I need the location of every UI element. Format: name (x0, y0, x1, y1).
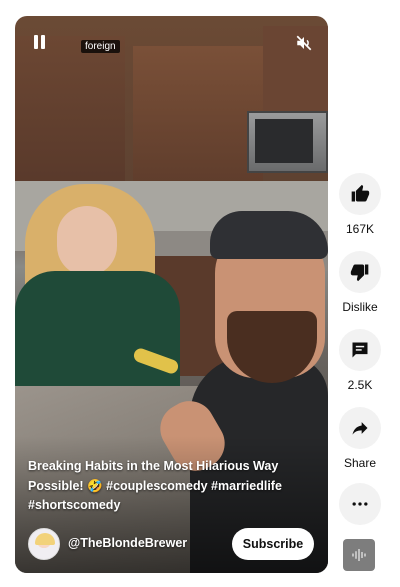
channel-avatar[interactable] (28, 528, 60, 560)
share-action: Share (338, 407, 382, 470)
comment-icon (352, 342, 368, 358)
subscribe-button[interactable]: Subscribe (232, 528, 314, 560)
video-frame-person-cap (210, 211, 328, 259)
more-options-button[interactable] (339, 483, 381, 525)
thumbs-up-icon (351, 184, 370, 202)
emoji: 🤣 (87, 478, 103, 493)
comment-count: 2.5K (347, 378, 373, 392)
like-action: 167K (338, 173, 382, 236)
hashtag-link[interactable]: #couplescomedy (106, 479, 207, 493)
share-button[interactable] (339, 407, 381, 449)
like-button[interactable] (339, 173, 381, 215)
short-video-player[interactable]: foreign Breaking Habits in the Most Hila… (15, 16, 328, 573)
pause-icon[interactable] (33, 35, 47, 49)
share-label: Share (343, 456, 377, 470)
hashtag-link[interactable]: #marriedlife (211, 479, 282, 493)
more-action (338, 483, 382, 525)
channel-row: @TheBlondeBrewer Subscribe (28, 528, 318, 560)
like-count: 167K (345, 222, 375, 236)
thumbs-down-icon (350, 264, 369, 282)
dislike-action: Dislike (338, 251, 382, 314)
more-horizontal-icon (352, 502, 368, 506)
audio-waveform-icon (352, 549, 366, 561)
hashtag-link[interactable]: #shortscomedy (28, 498, 120, 512)
share-arrow-icon (352, 422, 368, 435)
foreign-tag: foreign (81, 40, 120, 53)
dislike-label: Dislike (342, 300, 378, 314)
volume-muted-icon[interactable] (295, 34, 313, 52)
comments-button[interactable] (339, 329, 381, 371)
video-frame-cabinet (15, 36, 125, 201)
video-frame-microwave-door (255, 119, 313, 163)
comments-action: 2.5K (338, 329, 382, 392)
video-frame-cabinet (133, 46, 263, 186)
video-frame-person-face (57, 206, 117, 276)
dislike-button[interactable] (339, 251, 381, 293)
video-caption: Breaking Habits in the Most Hilarious Wa… (28, 457, 318, 516)
sound-remix-button[interactable] (343, 539, 375, 571)
channel-name[interactable]: @TheBlondeBrewer (68, 536, 187, 550)
